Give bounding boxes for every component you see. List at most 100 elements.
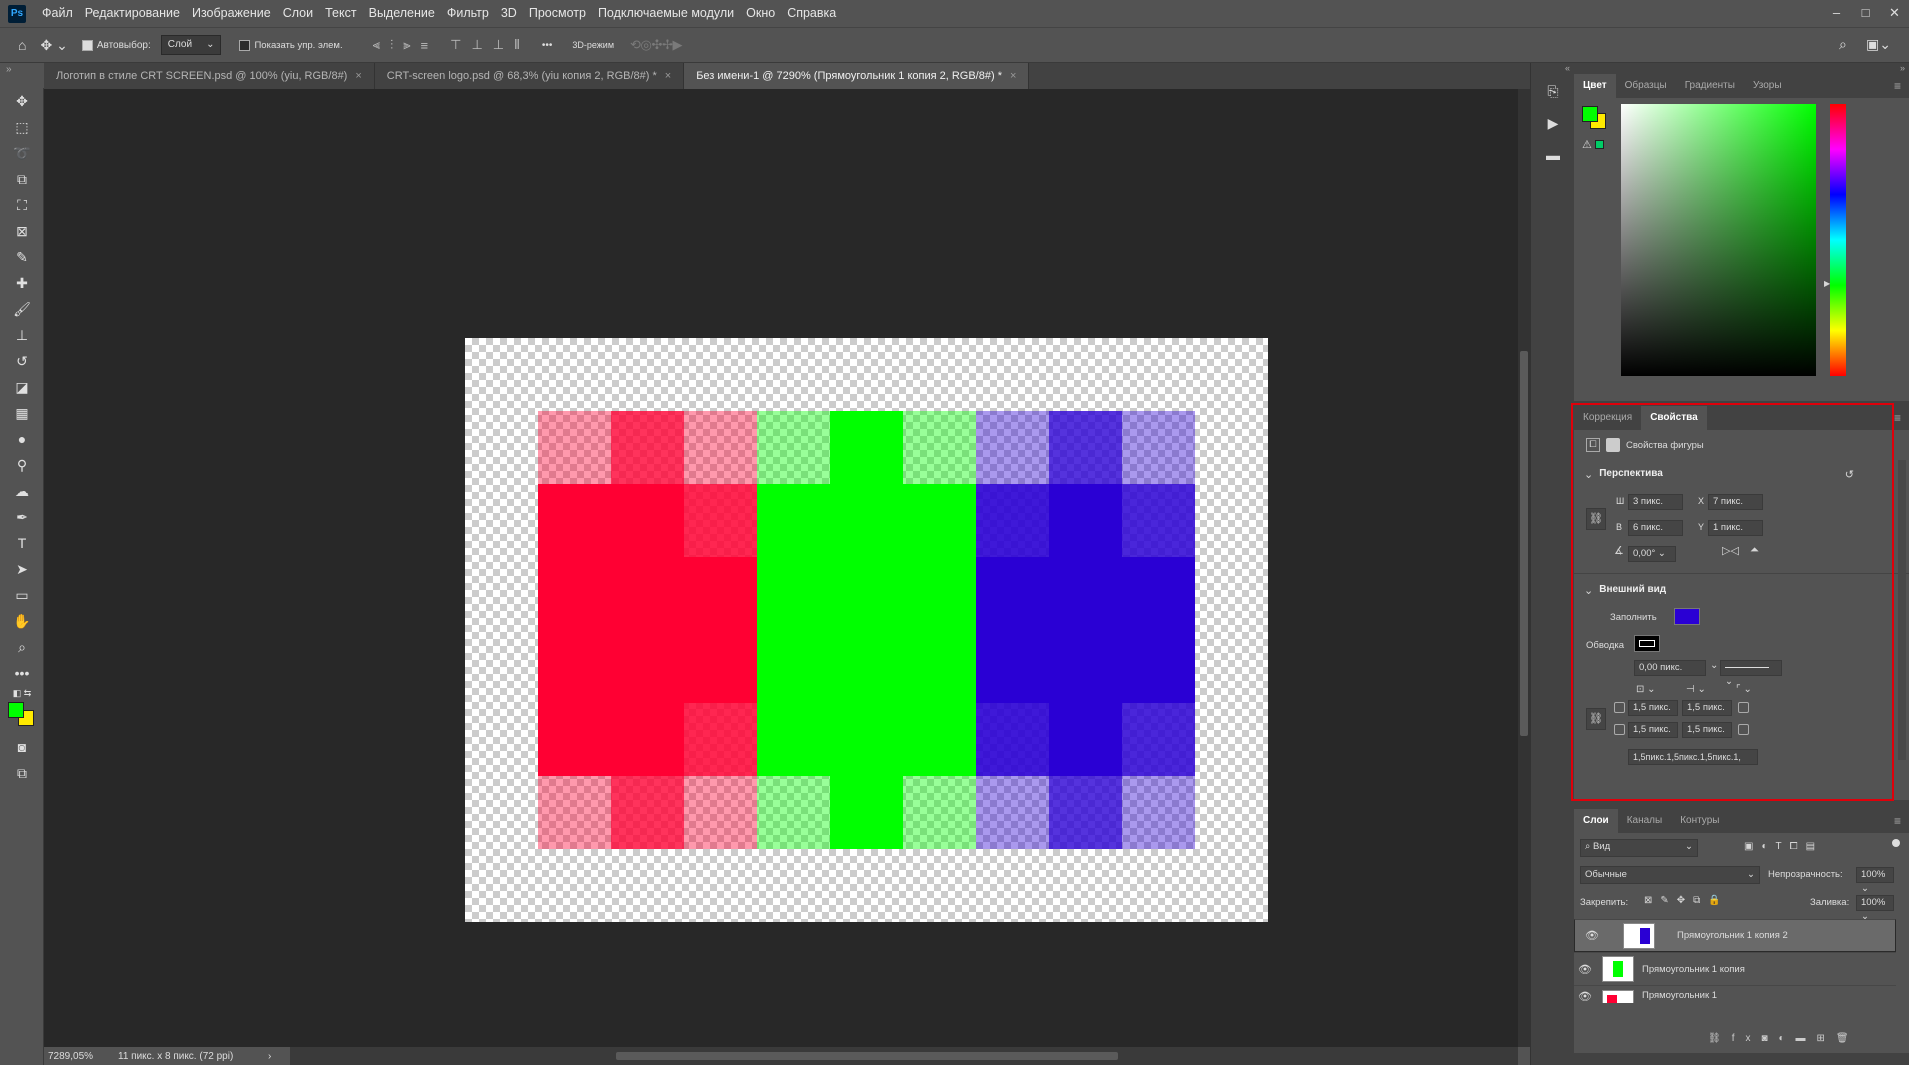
eye-icon[interactable]: 👁 (1574, 963, 1596, 976)
foreground-color-swatch[interactable] (1582, 106, 1598, 122)
menu-layers[interactable]: Слои (277, 0, 319, 27)
layer-row[interactable]: 👁 Прямоугольник 1 копия 2 (1574, 919, 1896, 952)
comments-panel-icon[interactable]: ▬ (1531, 141, 1575, 169)
layers-footer-icons[interactable]: ⛓fx◙◐▬⊞🗑 (1708, 1033, 1860, 1044)
pen-tool-icon[interactable]: ✒ (0, 504, 44, 530)
vertical-scrollbar[interactable] (1518, 89, 1530, 1047)
tab-crt-screen-logo[interactable]: CRT-screen logo.psd @ 68,3% (yiu копия 2… (374, 63, 685, 89)
distribute-h-icon[interactable]: ≡ (421, 38, 428, 53)
text-tool-icon[interactable]: T (0, 530, 44, 556)
color-swatches[interactable] (0, 700, 44, 734)
menu-plugins[interactable]: Подключаемые модули (592, 0, 740, 27)
zoom-tool-icon[interactable]: ⌕ (0, 634, 44, 660)
document-canvas[interactable] (465, 338, 1268, 922)
distribute-v-icon[interactable]: ⦀ (514, 37, 520, 53)
align-top-icon[interactable]: ⊤ (450, 37, 461, 53)
blend-mode-select[interactable]: Обычные ⌄ (1580, 866, 1760, 884)
menu-text[interactable]: Текст (319, 0, 362, 27)
properties-scrollbar[interactable] (1898, 460, 1906, 760)
toolbar-collapse[interactable]: » (6, 64, 12, 75)
object-select-tool-icon[interactable]: ⧉ (0, 166, 44, 192)
history-brush-icon[interactable]: ↺ (0, 348, 44, 374)
smudge-tool-icon[interactable]: ☁ (0, 478, 44, 504)
opacity-field[interactable]: 100% ⌄ (1856, 867, 1894, 894)
swap-colors-icon[interactable]: ◧ ⇆ (0, 686, 44, 700)
eye-icon[interactable]: 👁 (1581, 927, 1603, 945)
menu-window[interactable]: Окно (740, 0, 781, 27)
menu-help[interactable]: Справка (781, 0, 842, 27)
tab-channels[interactable]: Каналы (1618, 809, 1672, 833)
healing-brush-icon[interactable]: ✚ (0, 270, 44, 296)
autoselect-select[interactable]: Слой ⌄ (160, 35, 222, 55)
tab-gradients[interactable]: Градиенты (1676, 74, 1744, 98)
brush-tool-icon[interactable]: 🖌 (0, 296, 44, 322)
close-icon[interactable]: × (665, 70, 671, 82)
workspace-icon[interactable]: ▣⌄ (1866, 36, 1891, 53)
scroll-thumb[interactable] (1520, 351, 1528, 736)
close-button[interactable]: ✕ (1880, 0, 1909, 27)
align-left-icon[interactable]: ⫷ (373, 37, 380, 53)
layer-row[interactable]: 👁 Прямоугольник 1 (1574, 985, 1896, 1003)
web-color-swatch[interactable] (1595, 140, 1604, 149)
tab-crt-logo-style[interactable]: Логотип в стиле CRT SCREEN.psd @ 100% (y… (44, 63, 375, 89)
rectangle-tool-icon[interactable]: ▭ (0, 582, 44, 608)
history-panel-icon[interactable]: ⎘ (1531, 77, 1575, 105)
tab-untitled-1[interactable]: Без имени-1 @ 7290% (Прямоугольник 1 коп… (684, 63, 1030, 89)
more-tools-icon[interactable]: ••• (0, 660, 44, 686)
frame-tool-icon[interactable]: ⊠ (0, 218, 44, 244)
panel-menu-icon[interactable]: ≡ (1894, 814, 1901, 828)
show-transform-checkbox[interactable] (239, 39, 251, 51)
layer-filter-icons[interactable]: ▣◐T⧠▤ (1744, 841, 1823, 852)
gradient-tool-icon[interactable]: ▦ (0, 400, 44, 426)
path-select-tool-icon[interactable]: ➤ (0, 556, 44, 582)
tab-layers[interactable]: Слои (1574, 809, 1618, 833)
tab-patterns[interactable]: Узоры (1744, 74, 1791, 98)
panel-menu-icon[interactable]: ≡ (1894, 411, 1901, 425)
tab-paths[interactable]: Контуры (1671, 809, 1728, 833)
actions-panel-icon[interactable]: ▶ (1531, 109, 1575, 137)
collapse-arrow-icon[interactable]: « (1531, 63, 1574, 73)
move-tool-icon[interactable]: ✥ (0, 88, 44, 114)
hand-tool-icon[interactable]: ✋ (0, 608, 44, 634)
menu-3d[interactable]: 3D (495, 0, 523, 27)
menu-image[interactable]: Изображение (186, 0, 277, 27)
eye-icon[interactable]: 👁 (1574, 990, 1596, 1003)
minimize-button[interactable]: – (1822, 0, 1851, 27)
hue-slider[interactable] (1830, 104, 1846, 376)
close-icon[interactable]: × (355, 70, 361, 82)
menu-filter[interactable]: Фильтр (441, 0, 495, 27)
menu-edit[interactable]: Редактирование (79, 0, 186, 27)
menu-file[interactable]: Файл (36, 0, 79, 27)
stamp-tool-icon[interactable]: ⊥ (0, 322, 44, 348)
layer-filter-select[interactable]: ⌕ Вид ⌄ (1580, 839, 1698, 857)
color-picker-field[interactable] (1621, 104, 1816, 376)
menu-select[interactable]: Выделение (363, 0, 441, 27)
align-bottom-icon[interactable]: ⊥ (493, 37, 504, 53)
move-tool-preset-icon[interactable]: ✥ ⌄ (40, 37, 67, 54)
home-icon[interactable]: ⌂ (18, 37, 26, 53)
maximize-button[interactable]: □ (1851, 0, 1880, 27)
eraser-tool-icon[interactable]: ◪ (0, 374, 44, 400)
panel-menu-icon[interactable]: ≡ (1894, 79, 1901, 93)
close-icon[interactable]: × (1010, 70, 1016, 82)
crop-tool-icon[interactable]: ⛶ (0, 192, 44, 218)
quick-mask-icon[interactable]: ◙ (0, 734, 44, 760)
align-center-icon[interactable]: ⫶ (390, 37, 394, 53)
lock-icons[interactable]: ⊠✎✥⧉🔒 (1644, 895, 1729, 906)
filter-toggle[interactable] (1892, 839, 1900, 847)
more-options-icon[interactable]: ••• (542, 40, 553, 51)
eyedropper-tool-icon[interactable]: ✎ (0, 244, 44, 270)
layer-row[interactable]: 👁 Прямоугольник 1 копия (1574, 952, 1896, 985)
scroll-thumb[interactable] (616, 1052, 1118, 1060)
align-middle-icon[interactable]: ⊥ (471, 37, 482, 53)
autoselect-checkbox[interactable] (81, 39, 93, 51)
collapse-arrow-icon[interactable]: » (1574, 63, 1909, 74)
horizontal-scrollbar[interactable] (290, 1047, 1518, 1065)
blur-tool-icon[interactable]: ● (0, 426, 44, 452)
align-right-icon[interactable]: ⫸ (403, 37, 410, 53)
tab-swatches[interactable]: Образцы (1616, 74, 1676, 98)
dodge-tool-icon[interactable]: ⚲ (0, 452, 44, 478)
menu-view[interactable]: Просмотр (523, 0, 592, 27)
status-arrow[interactable]: › (268, 1051, 271, 1062)
lasso-tool-icon[interactable]: ➰ (0, 140, 44, 166)
